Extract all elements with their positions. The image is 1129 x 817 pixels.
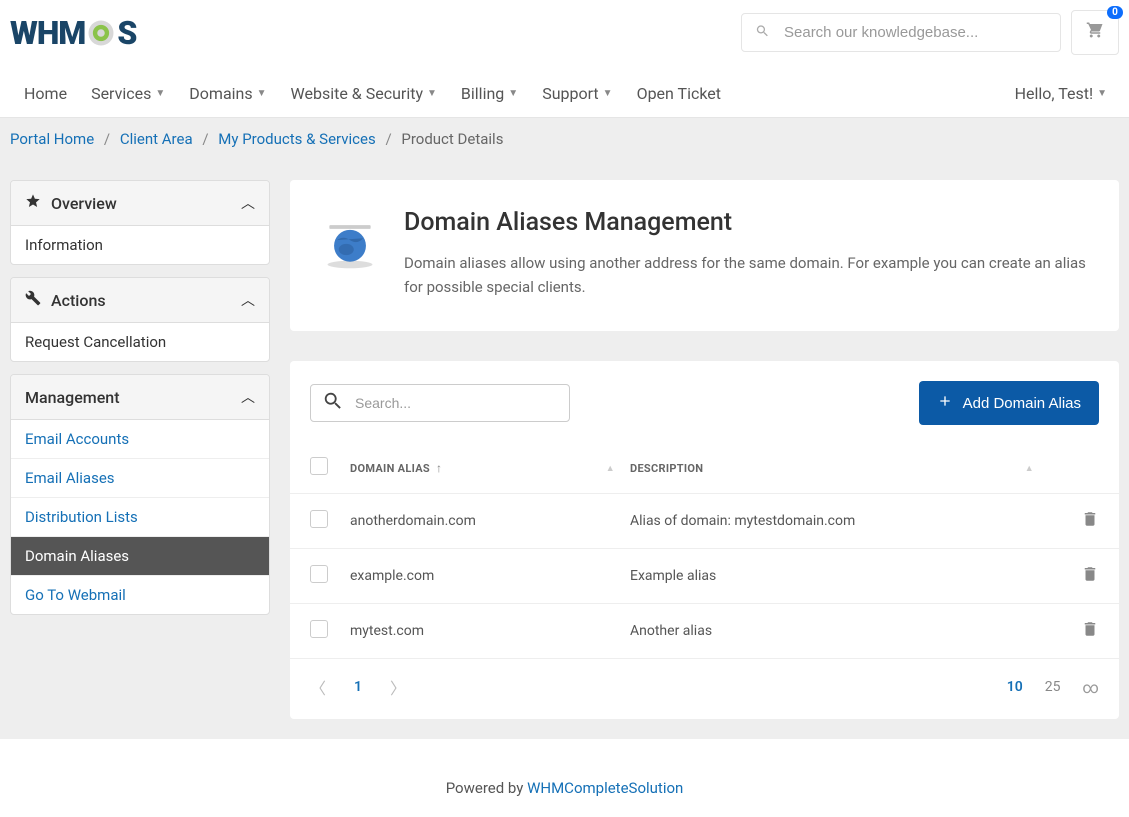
table-row: mytest.com Another alias (290, 604, 1119, 659)
nav-support[interactable]: Support▼ (530, 70, 624, 117)
table-row: anotherdomain.com Alias of domain: mytes… (290, 494, 1119, 549)
cart-button[interactable]: 0 (1071, 10, 1119, 55)
kb-search-wrapper (741, 13, 1061, 52)
delete-icon[interactable] (1081, 571, 1099, 587)
cell-alias: anotherdomain.com (350, 513, 630, 529)
logo-text-1: WHM (10, 14, 85, 52)
panel-management-header[interactable]: Management ︿ (11, 375, 269, 420)
sidebar-item-email-aliases[interactable]: Email Aliases (11, 458, 269, 497)
sidebar-item-distribution-lists[interactable]: Distribution Lists (11, 497, 269, 536)
caret-down-icon: ▼ (1097, 88, 1107, 99)
cell-description: Example alias (630, 568, 1049, 584)
logo[interactable]: WHM S (10, 14, 136, 52)
prev-page-icon[interactable]: 〈 (310, 675, 326, 699)
caret-down-icon: ▼ (257, 88, 267, 99)
nav-services[interactable]: Services▼ (79, 70, 177, 117)
footer-link[interactable]: WHMCompleteSolution (527, 779, 683, 797)
nav-home[interactable]: Home (10, 70, 79, 117)
search-icon (755, 23, 770, 42)
gear-icon (85, 17, 117, 49)
sidebar-item-domain-aliases[interactable]: Domain Aliases (11, 536, 269, 575)
cell-description: Alias of domain: mytestdomain.com (630, 513, 1049, 529)
row-checkbox[interactable] (310, 510, 328, 528)
table-search-input[interactable] (310, 384, 570, 422)
nav-open-ticket[interactable]: Open Ticket (625, 70, 733, 117)
sort-asc-icon: ↑ (436, 461, 442, 475)
footer: Powered by WHMCompleteSolution (0, 739, 1129, 817)
next-page-icon[interactable]: 〉 (390, 675, 406, 699)
cart-badge: 0 (1107, 6, 1123, 19)
page-description: Domain aliases allow using another addre… (404, 251, 1089, 299)
col-header-alias[interactable]: DOMAIN ALIAS↑ ▲ (350, 461, 630, 475)
page-title: Domain Aliases Management (404, 208, 1089, 237)
breadcrumb-portal-home[interactable]: Portal Home (10, 130, 94, 148)
panel-actions-title: Actions (51, 291, 106, 310)
cart-icon (1086, 23, 1104, 44)
page-number[interactable]: 1 (354, 679, 362, 695)
caret-down-icon: ▼ (427, 88, 437, 99)
chevron-up-icon: ︿ (241, 387, 255, 407)
row-checkbox[interactable] (310, 565, 328, 583)
breadcrumb-my-products[interactable]: My Products & Services (218, 130, 375, 148)
chevron-up-icon: ︿ (241, 290, 255, 310)
cell-alias: example.com (350, 568, 630, 584)
delete-icon[interactable] (1081, 516, 1099, 532)
panel-management-title: Management (25, 388, 120, 407)
globe-icon (320, 212, 380, 272)
row-checkbox[interactable] (310, 620, 328, 638)
page-size-all[interactable]: ∞ (1083, 678, 1099, 697)
breadcrumb-current: Product Details (401, 130, 503, 148)
kb-search-input[interactable] (741, 13, 1061, 52)
page-size-25[interactable]: 25 (1045, 679, 1061, 695)
sidebar-item-go-to-webmail[interactable]: Go To Webmail (11, 575, 269, 614)
add-domain-alias-button[interactable]: Add Domain Alias (919, 381, 1099, 425)
nav-user-greeting[interactable]: Hello, Test!▼ (1003, 70, 1119, 117)
nav-website-security[interactable]: Website & Security▼ (279, 70, 449, 117)
wrench-icon (25, 290, 41, 310)
sidebar-item-information[interactable]: Information (11, 226, 269, 264)
caret-down-icon: ▼ (508, 88, 518, 99)
sidebar-item-request-cancellation[interactable]: Request Cancellation (11, 323, 269, 361)
caret-down-icon: ▼ (603, 88, 613, 99)
delete-icon[interactable] (1081, 626, 1099, 642)
panel-overview-header[interactable]: Overview ︿ (11, 181, 269, 226)
chevron-up-icon: ︿ (241, 193, 255, 213)
panel-actions-header[interactable]: Actions ︿ (11, 278, 269, 323)
sort-toggle-icon: ▲ (606, 463, 615, 474)
caret-down-icon: ▼ (155, 88, 165, 99)
nav-domains[interactable]: Domains▼ (177, 70, 278, 117)
star-icon (25, 193, 41, 213)
panel-overview-title: Overview (51, 194, 117, 213)
col-header-description[interactable]: DESCRIPTION ▲ (630, 462, 1049, 475)
plus-icon (937, 393, 953, 413)
table-row: example.com Example alias (290, 549, 1119, 604)
breadcrumb: Portal Home / Client Area / My Products … (0, 118, 1129, 160)
cell-description: Another alias (630, 623, 1049, 639)
nav-billing[interactable]: Billing▼ (449, 70, 530, 117)
page-size-10[interactable]: 10 (1007, 679, 1023, 695)
sort-toggle-icon: ▲ (1025, 463, 1034, 474)
sidebar-item-email-accounts[interactable]: Email Accounts (11, 420, 269, 458)
select-all-checkbox[interactable] (310, 457, 328, 475)
logo-text-2: S (117, 14, 136, 52)
breadcrumb-client-area[interactable]: Client Area (120, 130, 193, 148)
cell-alias: mytest.com (350, 623, 630, 639)
search-icon (322, 390, 344, 416)
